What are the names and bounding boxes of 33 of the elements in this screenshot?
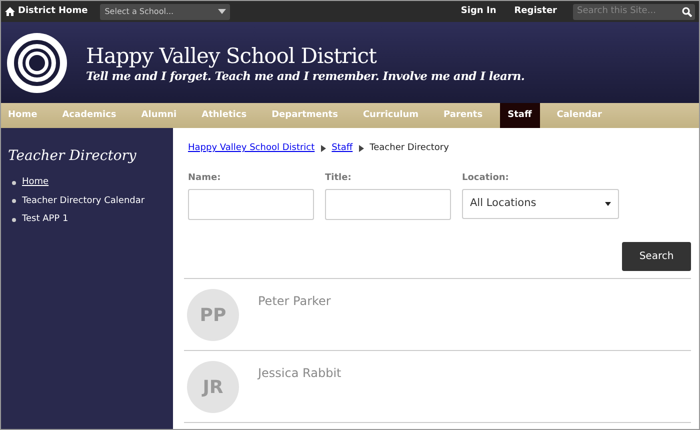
district-home-link[interactable]: District Home [18, 4, 88, 18]
search-icon[interactable] [682, 6, 692, 16]
home-icon [5, 7, 15, 16]
bullet-icon [12, 218, 16, 222]
person-name[interactable]: Peter Parker [258, 292, 331, 310]
location-select[interactable]: All Locations [462, 189, 619, 219]
sidebar-link[interactable]: Home [22, 176, 49, 190]
sidebar-link[interactable]: Test APP 1 [22, 213, 68, 226]
top-link[interactable]: Register [514, 4, 557, 18]
chevron-icon [358, 145, 364, 152]
title-input-field[interactable] [325, 189, 451, 220]
caret-icon [605, 202, 611, 206]
sidebar-title: Teacher Directory [8, 147, 138, 166]
name-input-field[interactable] [188, 189, 314, 220]
logo-icon [6, 32, 68, 94]
search-button[interactable]: Search [622, 242, 691, 271]
sidebar-link[interactable]: Teacher Directory Calendar [22, 194, 145, 208]
bullet-icon [12, 199, 16, 204]
top-link[interactable]: Sign In [460, 4, 496, 18]
field-label: Name: [188, 172, 222, 184]
site-tagline: Tell me and I forget. Teach me and I remember. Involve me and I learn. [86, 68, 525, 82]
site-title: Happy Valley School District [86, 42, 378, 68]
school-select[interactable]: Select a School... [100, 4, 230, 20]
breadcrumb-link[interactable]: Staff [332, 142, 353, 156]
bullet-icon [12, 180, 16, 185]
breadcrumb-current: Teacher Directory [370, 142, 449, 155]
person-name[interactable]: Jessica Rabbit [258, 364, 342, 382]
chevron-icon [320, 145, 326, 152]
field-label: Title: [325, 172, 352, 184]
caret-icon [218, 9, 226, 14]
nav-tab[interactable]: Staff [500, 103, 540, 128]
breadcrumb-link[interactable]: Happy Valley School District [188, 142, 315, 156]
field-label: Location: [462, 172, 510, 184]
